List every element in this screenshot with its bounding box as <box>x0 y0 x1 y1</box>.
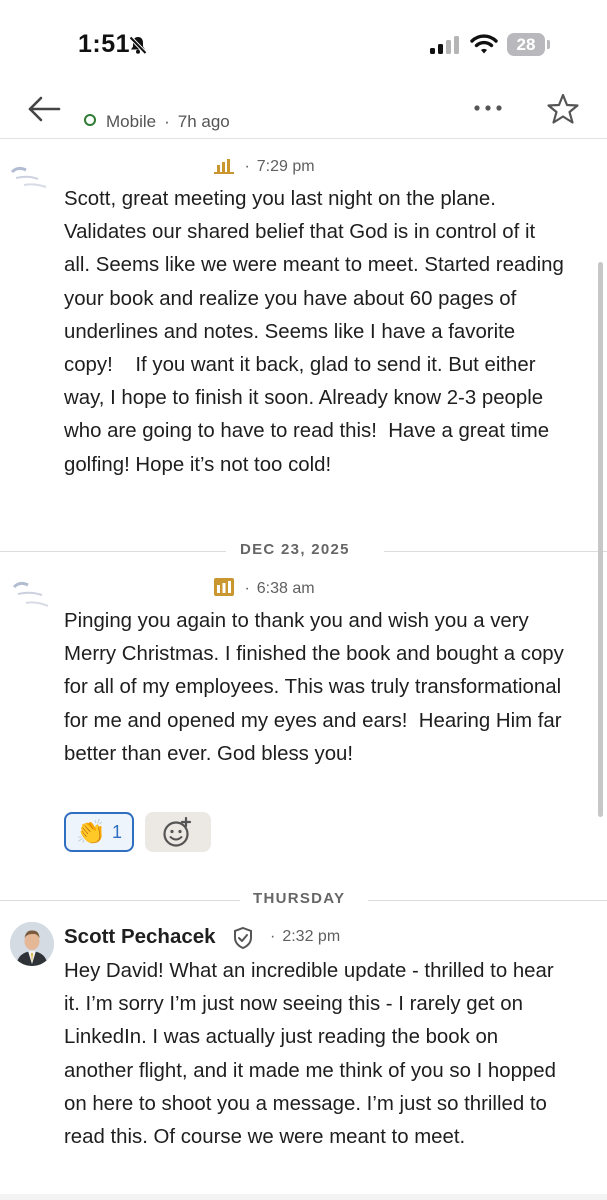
date-separator-label: DEC 23, 2025 <box>240 541 350 558</box>
clap-emoji: 👏 <box>76 819 106 846</box>
premium-badge-icon <box>214 578 235 601</box>
online-dot-icon <box>84 114 96 126</box>
status-bar: 1:51 28 <box>0 0 607 84</box>
battery-icon: 28 <box>507 33 545 56</box>
meta-separator: · <box>270 928 276 945</box>
sender-name[interactable]: Scott Pechacek <box>64 925 216 949</box>
message-time: 2:32 pm <box>282 928 341 945</box>
status-time: 1:51 <box>78 30 131 58</box>
message-text: Scott, great meeting you last night on t… <box>64 188 570 476</box>
last-active: 7h ago <box>177 112 230 131</box>
message-meta: · 6:38 am <box>64 578 315 601</box>
conversation-header: Mobile · 7h ago <box>0 84 607 139</box>
battery-tip <box>547 40 550 49</box>
message-time: 7:29 pm <box>256 158 315 175</box>
more-options-button[interactable] <box>472 96 506 120</box>
message-meta: · 7:29 pm <box>64 156 315 179</box>
date-separator: THURSDAY <box>0 890 607 910</box>
shield-check-icon <box>232 926 254 955</box>
sender-avatar[interactable] <box>8 575 52 615</box>
message-text: Pinging you again to thank you and wish … <box>64 610 570 765</box>
scrollbar[interactable] <box>598 262 603 817</box>
back-button[interactable] <box>26 94 62 124</box>
add-emoji-icon <box>163 816 192 847</box>
star-button[interactable] <box>546 92 580 126</box>
star-icon <box>547 93 579 124</box>
presence-label: Mobile <box>106 112 157 131</box>
sender-avatar[interactable] <box>8 158 52 198</box>
bottom-edge <box>0 1194 607 1200</box>
bell-off-icon <box>128 35 148 60</box>
presence-separator: · <box>164 112 170 131</box>
clap-reaction-button[interactable]: 👏 1 <box>64 812 134 852</box>
more-dots-icon <box>474 105 502 111</box>
message-meta: · 2:32 pm <box>260 928 340 946</box>
reaction-count: 1 <box>112 822 123 842</box>
date-separator: DEC 23, 2025 <box>0 541 607 561</box>
meta-separator: · <box>244 158 250 175</box>
premium-badge-icon <box>214 156 235 179</box>
meta-separator: · <box>244 580 250 597</box>
battery-level: 28 <box>516 35 536 54</box>
cellular-signal-icon <box>430 36 462 59</box>
arrow-left-icon <box>28 96 61 122</box>
wifi-icon <box>470 33 498 60</box>
add-reaction-button[interactable] <box>145 812 211 852</box>
message-time: 6:38 am <box>256 580 315 597</box>
presence-status: Mobile · 7h ago <box>84 112 230 132</box>
scott-avatar[interactable] <box>10 922 54 966</box>
date-separator-label: THURSDAY <box>253 890 346 907</box>
message-text: Hey David! What an incredible update - t… <box>64 960 562 1149</box>
